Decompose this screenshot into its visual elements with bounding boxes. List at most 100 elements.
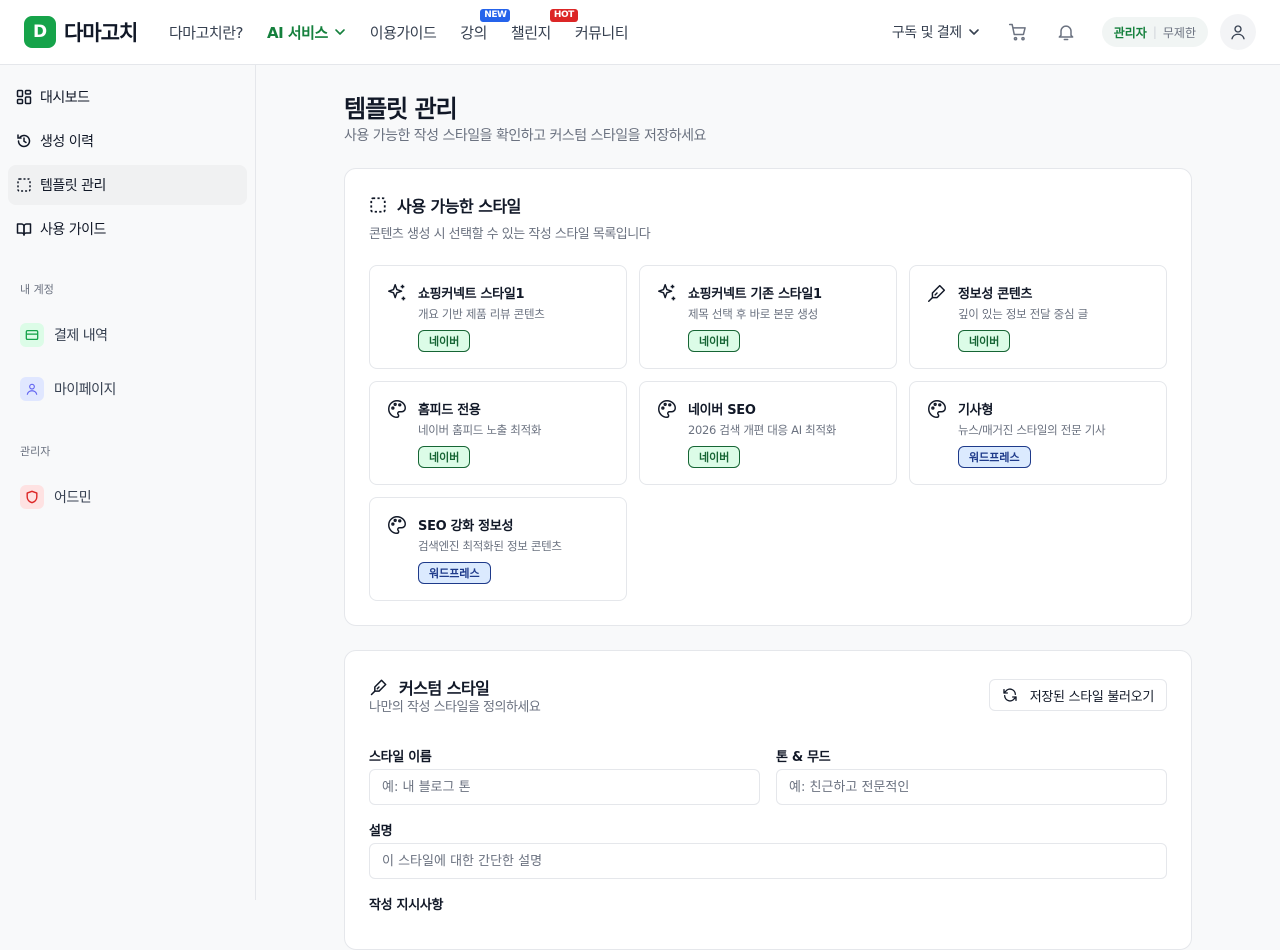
available-styles-title: 사용 가능한 스타일 xyxy=(397,197,521,216)
style-title: 네이버 SEO xyxy=(688,403,756,418)
style-description: 제목 선택 후 바로 본문 생성 xyxy=(688,307,818,321)
style-card[interactable]: 정보성 콘텐츠 깊이 있는 정보 전달 중심 글 네이버 xyxy=(909,265,1167,369)
style-card[interactable]: 쇼핑커넥트 스타일1 개요 기반 제품 리뷰 콘텐츠 네이버 xyxy=(369,265,627,369)
sidebar-item-admin[interactable]: 어드민 xyxy=(20,485,92,509)
pen-icon xyxy=(928,284,946,302)
sidebar-item-mypage[interactable]: 마이페이지 xyxy=(20,377,116,401)
nav-about[interactable]: 다마고치란? xyxy=(169,22,243,43)
style-title: 기사형 xyxy=(958,403,993,418)
style-card[interactable]: 홈피드 전용 네이버 홈피드 노출 최적화 네이버 xyxy=(369,381,627,485)
style-description: 2026 검색 개편 대응 AI 최적화 xyxy=(688,423,837,437)
sidebar-item-label: 마이페이지 xyxy=(54,382,116,398)
platform-tag: 네이버 xyxy=(958,330,1011,352)
sidebar-item-templates[interactable]: 템플릿 관리 xyxy=(8,165,247,205)
available-styles-card: 사용 가능한 스타일 콘텐츠 생성 시 선택할 수 있는 작성 스타일 목록입니… xyxy=(344,168,1192,626)
subscribe-dropdown[interactable]: 구독 및 결제 xyxy=(892,22,980,42)
sidebar: 대시보드 생성 이력 템플릿 관리 사용 가이드 내 계정 결제 내역 마이페이… xyxy=(0,65,256,900)
available-styles-description: 콘텐츠 생성 시 선택할 수 있는 작성 스타일 목록입니다 xyxy=(369,227,651,242)
role-label: 관리자 xyxy=(1113,25,1147,40)
sidebar-item-guide[interactable]: 사용 가이드 xyxy=(8,209,247,249)
top-navigation-bar: D 다마고치 다마고치란? AI 서비스 이용가이드 강의 NEW 챌린지 HOT … xyxy=(0,0,1280,65)
style-name-input[interactable] xyxy=(369,769,760,805)
subscribe-label: 구독 및 결제 xyxy=(891,25,962,41)
hot-badge: HOT xyxy=(549,8,578,22)
platform-tag: 네이버 xyxy=(418,446,471,468)
bell-icon xyxy=(1058,25,1074,41)
user-icon xyxy=(1231,25,1245,40)
page-description: 사용 가능한 작성 스타일을 확인하고 커스텀 스타일을 저장하세요 xyxy=(344,128,706,144)
sidebar-item-label: 템플릿 관리 xyxy=(40,178,106,194)
main-content: 템플릿 관리 사용 가능한 작성 스타일을 확인하고 커스텀 스타일을 저장하세… xyxy=(256,65,1280,950)
main-nav: 다마고치란? AI 서비스 이용가이드 강의 NEW 챌린지 HOT 커뮤니티 xyxy=(169,0,652,64)
style-title: 쇼핑커넥트 스타일1 xyxy=(418,287,525,302)
chevron-down-icon xyxy=(334,29,345,35)
role-badge: 관리자 | 무제한 xyxy=(1101,17,1208,47)
logo-mark: D xyxy=(24,16,56,48)
style-description: 개요 기반 제품 리뷰 콘텐츠 xyxy=(418,307,545,321)
user-avatar-button[interactable] xyxy=(1220,14,1256,50)
sidebar-item-history[interactable]: 생성 이력 xyxy=(8,121,247,161)
style-description: 깊이 있는 정보 전달 중심 글 xyxy=(958,307,1088,321)
nav-community-label: 커뮤니티 xyxy=(574,23,629,42)
style-card[interactable]: 기사형 뉴스/매거진 스타일의 전문 기사 워드프레스 xyxy=(909,381,1167,485)
nav-about-label: 다마고치란? xyxy=(169,23,243,42)
template-icon xyxy=(16,177,32,193)
nav-community[interactable]: 커뮤니티 xyxy=(574,22,629,43)
role-divider: | xyxy=(1152,25,1157,39)
nav-challenge[interactable]: 챌린지 HOT xyxy=(510,8,578,43)
platform-tag: 워드프레스 xyxy=(958,446,1031,468)
load-saved-styles-label: 저장된 스타일 불러오기 xyxy=(1029,689,1155,705)
user-icon xyxy=(20,377,44,401)
notification-button[interactable] xyxy=(1054,20,1078,44)
style-card[interactable]: 네이버 SEO 2026 검색 개편 대응 AI 최적화 네이버 xyxy=(639,381,897,485)
sparkles-icon xyxy=(658,284,676,301)
logo[interactable]: D 다마고치 xyxy=(24,16,138,48)
style-title: 홈피드 전용 xyxy=(418,403,481,418)
card-icon xyxy=(20,323,44,347)
nav-challenge-label: 챌린지 xyxy=(510,23,551,42)
style-card[interactable]: SEO 강화 정보성 검색엔진 최적화된 정보 콘텐츠 워드프레스 xyxy=(369,497,627,601)
sidebar-item-dashboard[interactable]: 대시보드 xyxy=(8,77,247,117)
chevron-down-icon xyxy=(968,29,979,35)
palette-icon xyxy=(388,400,406,418)
style-card[interactable]: 쇼핑커넥트 기존 스타일1 제목 선택 후 바로 본문 생성 네이버 xyxy=(639,265,897,369)
style-title: 정보성 콘텐츠 xyxy=(958,287,1033,302)
platform-tag: 네이버 xyxy=(688,330,741,352)
dashboard-icon xyxy=(16,89,32,105)
sidebar-item-payments[interactable]: 결제 내역 xyxy=(20,323,108,347)
available-styles-heading: 사용 가능한 스타일 xyxy=(369,193,521,217)
template-icon xyxy=(370,197,386,213)
platform-tag: 네이버 xyxy=(418,330,471,352)
book-icon xyxy=(16,221,32,237)
style-description-label: 설명 xyxy=(369,824,393,839)
load-saved-styles-button[interactable]: 저장된 스타일 불러오기 xyxy=(988,679,1167,711)
style-name-label: 스타일 이름 xyxy=(369,750,432,765)
pen-icon xyxy=(370,679,387,696)
sidebar-item-label: 대시보드 xyxy=(40,90,90,106)
custom-style-card: 커스텀 스타일 나만의 작성 스타일을 정의하세요 저장된 스타일 불러오기 스… xyxy=(344,650,1192,950)
palette-icon xyxy=(388,516,406,534)
style-description: 네이버 홈피드 노출 최적화 xyxy=(418,423,542,437)
cart-button[interactable] xyxy=(1006,20,1030,44)
writing-instructions-label: 작성 지시사항 xyxy=(369,898,444,913)
nav-lectures[interactable]: 강의 NEW xyxy=(460,8,511,43)
page-title: 템플릿 관리 xyxy=(344,95,458,123)
nav-guide[interactable]: 이용가이드 xyxy=(370,22,437,43)
sidebar-item-label: 어드민 xyxy=(54,490,92,506)
refresh-icon xyxy=(1003,688,1017,702)
style-description-input[interactable] xyxy=(369,843,1167,879)
nav-ai-services-label: AI 서비스 xyxy=(266,23,328,42)
sidebar-item-label: 생성 이력 xyxy=(40,134,94,150)
style-description: 뉴스/매거진 스타일의 전문 기사 xyxy=(958,423,1106,437)
palette-icon xyxy=(928,400,946,418)
sidebar-section-account: 내 계정 xyxy=(20,283,54,296)
nav-ai-services[interactable]: AI 서비스 xyxy=(267,22,346,43)
nav-guide-label: 이용가이드 xyxy=(369,23,437,42)
palette-icon xyxy=(658,400,676,418)
sidebar-item-label: 결제 내역 xyxy=(54,328,108,344)
logo-text: 다마고치 xyxy=(64,21,138,45)
platform-tag: 네이버 xyxy=(688,446,741,468)
shield-icon xyxy=(20,485,44,509)
history-icon xyxy=(16,133,32,149)
tone-mood-input[interactable] xyxy=(776,769,1167,805)
